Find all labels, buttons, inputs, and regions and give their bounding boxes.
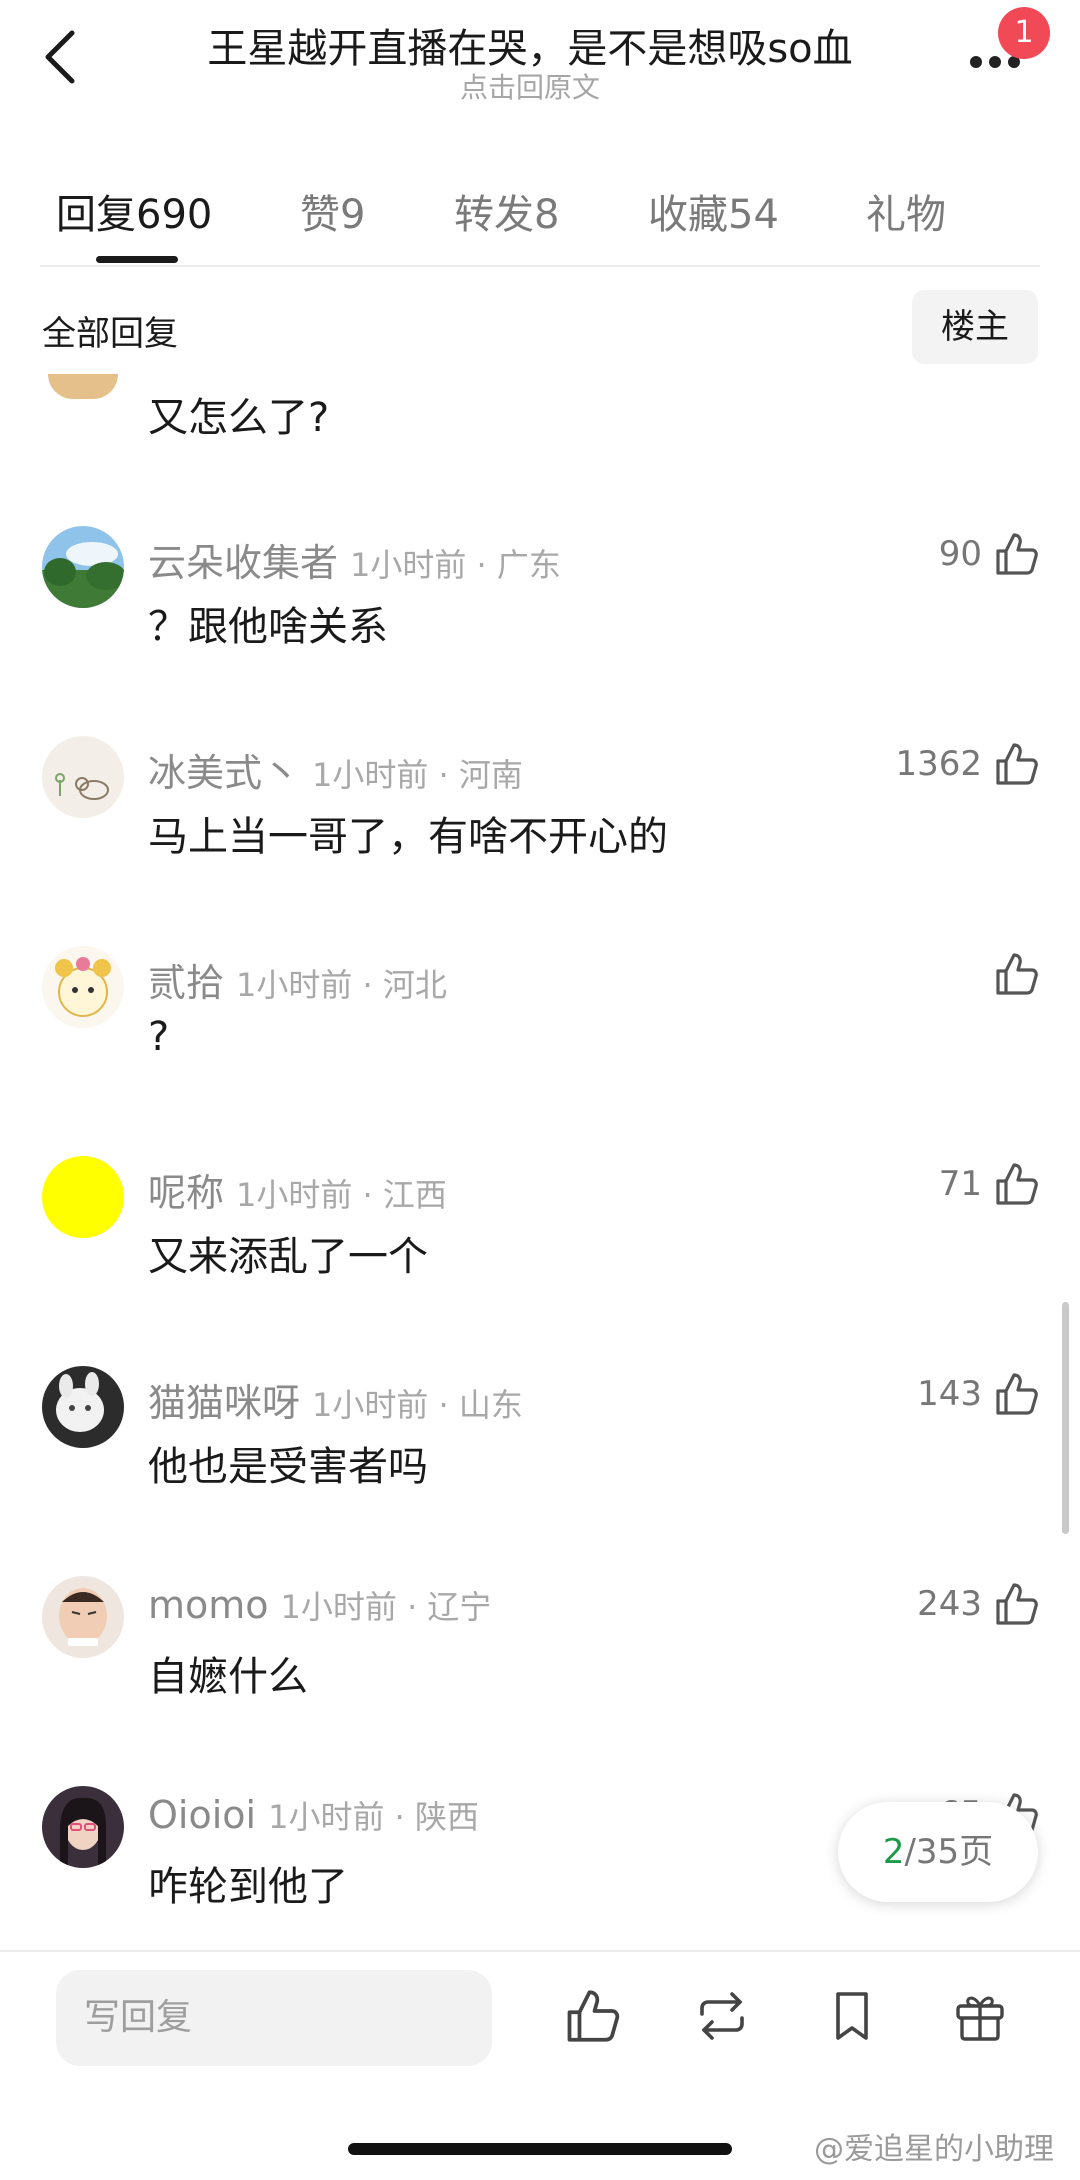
comment-text: 又怎么了? — [148, 395, 330, 441]
divider — [40, 265, 1040, 267]
comment-text: 马上当一哥了，有啥不开心的 — [148, 814, 668, 860]
like-button[interactable] — [982, 946, 1040, 1002]
repost-button[interactable] — [692, 1986, 752, 2046]
username[interactable]: Oioioi — [148, 1793, 256, 1837]
like-count: 243 — [917, 1584, 982, 1624]
comment-text: ？跟他啥关系 — [148, 604, 388, 650]
top-bar: 王星越开直播在哭，是不是想吸so血 点击回原文 1 — [0, 0, 1080, 110]
total-pages: /35页 — [904, 1832, 994, 1872]
avatar[interactable] — [42, 1576, 124, 1658]
comment-item: momo 1小时前 · 辽宁 自嬷什么 243 — [0, 1576, 1080, 1784]
comment-text: 他也是受害者吗 — [148, 1444, 428, 1490]
gift-icon — [956, 1996, 1004, 2041]
thumbs-up-icon — [996, 1373, 1038, 1415]
comment-time-location: 1小时前 · 陕西 — [268, 1798, 479, 1836]
comment-text: 咋轮到他了 — [148, 1864, 348, 1910]
bookmark-icon — [836, 1992, 868, 2040]
comment-time-location: 1小时前 · 山东 — [312, 1386, 523, 1424]
comment-text: 自嬷什么 — [148, 1654, 308, 1700]
username[interactable]: 贰拾 — [148, 961, 224, 1005]
repost-icon — [700, 1992, 744, 2040]
reply-input[interactable]: 写回复 — [56, 1970, 492, 2066]
comment-time-location: 1小时前 · 河南 — [312, 756, 523, 794]
meme-avatar-image — [42, 1576, 124, 1658]
chevron-left-icon — [45, 30, 75, 84]
comment-item: 冰美式丶 1小时前 · 河南 马上当一哥了，有啥不开心的 1362 — [0, 736, 1080, 944]
tab-gifts[interactable]: 礼物 — [866, 182, 946, 240]
like-button[interactable]: 71 — [939, 1156, 1040, 1212]
tab-favorites[interactable]: 收藏54 — [648, 182, 779, 240]
comment-item: 云朵收集者 1小时前 · 广东 ？跟他啥关系 90 — [0, 526, 1080, 734]
like-count: 143 — [917, 1374, 982, 1414]
current-page: 2 — [882, 1832, 905, 1872]
watermark-text: @爱追星的小助理 — [814, 2132, 1054, 2167]
comment-time-location: 1小时前 · 河北 — [236, 966, 447, 1004]
more-dots-icon — [970, 56, 982, 68]
notification-badge: 1 — [998, 7, 1050, 59]
cartoon-avatar-image — [42, 946, 124, 1028]
avatar[interactable] — [42, 1156, 124, 1238]
avatar[interactable] — [42, 736, 124, 818]
like-post-button[interactable] — [562, 1986, 622, 2046]
doodle-avatar-image — [42, 736, 124, 818]
tab-bar: 回复690 赞9 转发8 收藏54 礼物 — [0, 170, 1080, 270]
thumbs-up-icon — [996, 1583, 1038, 1625]
avatar[interactable] — [42, 526, 124, 608]
like-count: 1362 — [895, 744, 982, 784]
username[interactable]: 云朵收集者 — [148, 541, 338, 585]
username[interactable]: 猫猫咪呀 — [148, 1381, 300, 1425]
thumbs-up-icon — [996, 1163, 1038, 1205]
username[interactable]: 冰美式丶 — [148, 751, 300, 795]
tab-likes[interactable]: 赞9 — [300, 182, 365, 240]
like-button[interactable]: 1362 — [895, 736, 1040, 792]
comment-time-location: 1小时前 · 广东 — [350, 546, 561, 584]
comment-item: 猫猫咪呀 1小时前 · 山东 他也是受害者吗 143 — [0, 1366, 1080, 1574]
all-replies-filter[interactable]: 全部回复 — [42, 306, 178, 355]
avatar[interactable] — [42, 1366, 124, 1448]
home-indicator[interactable] — [348, 2143, 732, 2155]
thumbs-up-icon — [567, 1990, 620, 2042]
comment-text: 又来添乱了一个 — [148, 1234, 428, 1280]
tab-reposts[interactable]: 转发8 — [454, 182, 559, 240]
thumbs-up-icon — [996, 743, 1038, 785]
tab-replies[interactable]: 回复690 — [56, 182, 212, 240]
comment-text: ? — [148, 1014, 170, 1060]
username[interactable]: 呢称 — [148, 1171, 224, 1215]
view-original-link[interactable]: 点击回原文 — [160, 66, 900, 106]
page-indicator[interactable]: 2/35页 — [838, 1802, 1038, 1902]
like-count: 90 — [938, 534, 982, 574]
cat-avatar-image — [42, 1366, 124, 1448]
scrollbar[interactable] — [1062, 1302, 1069, 1534]
like-count: 71 — [938, 1164, 982, 1204]
portrait-avatar-image — [42, 1786, 124, 1868]
comment-item: 呢称 1小时前 · 江西 又来添乱了一个 71 — [0, 1156, 1080, 1364]
active-tab-indicator — [96, 256, 178, 263]
avatar[interactable] — [42, 1786, 124, 1868]
op-only-button[interactable]: 楼主 — [912, 290, 1038, 364]
comment-time-location: 1小时前 · 辽宁 — [280, 1588, 492, 1626]
like-button[interactable]: 90 — [939, 526, 1040, 582]
landscape-avatar-image — [42, 526, 124, 608]
thumbs-up-icon — [996, 533, 1038, 575]
comment-time-location: 1小时前 · 江西 — [236, 1176, 447, 1214]
divider — [0, 1950, 1080, 1952]
like-button[interactable]: 243 — [917, 1576, 1040, 1632]
avatar[interactable] — [48, 374, 118, 399]
bookmark-button[interactable] — [822, 1986, 882, 2046]
like-button[interactable]: 143 — [917, 1366, 1040, 1422]
thumbs-up-icon — [996, 953, 1038, 995]
username[interactable]: momo — [148, 1583, 269, 1627]
gift-button[interactable] — [950, 1986, 1010, 2046]
avatar[interactable] — [42, 946, 124, 1028]
comment-item: 贰拾 1小时前 · 河北 ? — [0, 946, 1080, 1154]
back-button[interactable] — [30, 22, 90, 92]
